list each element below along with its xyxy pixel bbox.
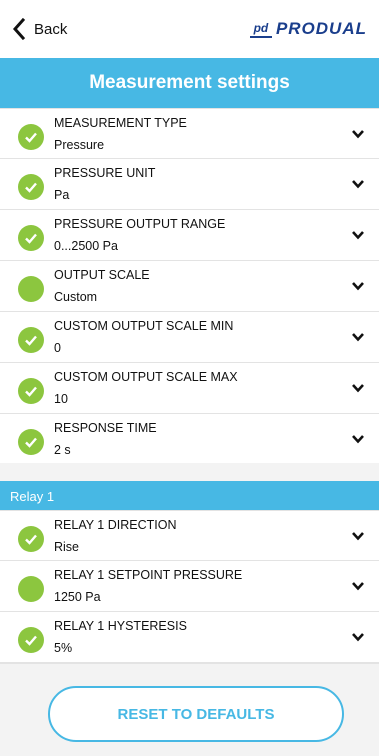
status-check-icon	[18, 124, 44, 150]
brand-logo: pd PRODUAL	[249, 19, 367, 39]
reset-to-defaults-button[interactable]: RESET TO DEFAULTS	[48, 686, 344, 742]
chevron-down-icon[interactable]	[351, 581, 365, 591]
setting-row-relay-hysteresis[interactable]: RELAY 1 HYSTERESIS 5%	[0, 612, 379, 663]
setting-value: 5%	[54, 641, 73, 655]
logo-mark: pd	[249, 20, 272, 38]
status-check-icon	[18, 429, 44, 455]
setting-value: Custom	[54, 290, 98, 304]
chevron-down-icon[interactable]	[351, 281, 365, 291]
chevron-down-icon[interactable]	[351, 434, 365, 444]
setting-value: Rise	[54, 540, 80, 554]
setting-row-measurement-type[interactable]: MEASUREMENT TYPE Pressure	[0, 108, 379, 159]
logo-text: PRODUAL	[275, 19, 367, 38]
chevron-down-icon[interactable]	[351, 179, 365, 189]
setting-row-pressure-output-range[interactable]: PRESSURE OUTPUT RANGE 0...2500 Pa	[0, 210, 379, 261]
chevron-down-icon[interactable]	[351, 332, 365, 342]
setting-value: Pa	[54, 188, 70, 202]
section-spacer	[0, 463, 379, 481]
setting-row-custom-output-scale-max[interactable]: CUSTOM OUTPUT SCALE MAX 10	[0, 363, 379, 414]
status-dot-icon	[18, 276, 44, 302]
measurement-settings-list: MEASUREMENT TYPE Pressure PRESSURE UNIT Pa…	[0, 108, 379, 465]
status-check-icon	[18, 174, 44, 200]
setting-value: 0...2500 Pa	[54, 239, 118, 253]
page-header: Measurement settings	[0, 58, 379, 108]
chevron-down-icon[interactable]	[351, 129, 365, 139]
setting-label: RELAY 1 HYSTERESIS	[54, 619, 187, 633]
back-label: Back	[34, 20, 68, 38]
setting-label: PRESSURE OUTPUT RANGE	[54, 217, 226, 231]
setting-value: 1250 Pa	[54, 590, 101, 604]
status-check-icon	[18, 378, 44, 404]
setting-label: PRESSURE UNIT	[54, 166, 156, 180]
relay-section-header: Relay 1	[0, 481, 379, 511]
reset-button-label: RESET TO DEFAULTS	[117, 705, 275, 723]
page-title: Measurement settings	[89, 72, 290, 93]
setting-label: MEASUREMENT TYPE	[54, 116, 187, 130]
setting-value: 10	[54, 392, 68, 406]
footer: RESET TO DEFAULTS	[0, 663, 379, 756]
setting-label: CUSTOM OUTPUT SCALE MAX	[54, 370, 238, 384]
top-bar: Back pd PRODUAL	[0, 0, 379, 58]
status-check-icon	[18, 327, 44, 353]
setting-label: RELAY 1 DIRECTION	[54, 518, 177, 532]
setting-row-relay-setpoint-pressure[interactable]: RELAY 1 SETPOINT PRESSURE 1250 Pa	[0, 561, 379, 612]
chevron-down-icon[interactable]	[351, 632, 365, 642]
section-title: Relay 1	[10, 488, 55, 504]
setting-label: OUTPUT SCALE	[54, 268, 150, 282]
setting-row-relay-direction[interactable]: RELAY 1 DIRECTION Rise	[0, 510, 379, 561]
setting-label: CUSTOM OUTPUT SCALE MIN	[54, 319, 234, 333]
chevron-down-icon[interactable]	[351, 531, 365, 541]
status-dot-icon	[18, 576, 44, 602]
chevron-left-icon	[12, 18, 26, 40]
setting-row-response-time[interactable]: RESPONSE TIME 2 s	[0, 414, 379, 465]
setting-value: 0	[54, 341, 61, 355]
setting-row-custom-output-scale-min[interactable]: CUSTOM OUTPUT SCALE MIN 0	[0, 312, 379, 363]
status-check-icon	[18, 526, 44, 552]
status-check-icon	[18, 627, 44, 653]
status-check-icon	[18, 225, 44, 251]
setting-row-pressure-unit[interactable]: PRESSURE UNIT Pa	[0, 159, 379, 210]
chevron-down-icon[interactable]	[351, 383, 365, 393]
setting-row-output-scale[interactable]: OUTPUT SCALE Custom	[0, 261, 379, 312]
chevron-down-icon[interactable]	[351, 230, 365, 240]
setting-label: RELAY 1 SETPOINT PRESSURE	[54, 568, 243, 582]
setting-label: RESPONSE TIME	[54, 421, 157, 435]
relay-settings-list: RELAY 1 DIRECTION Rise RELAY 1 SETPOINT P…	[0, 510, 379, 663]
setting-value: 2 s	[54, 443, 71, 457]
setting-value: Pressure	[54, 138, 105, 152]
back-button[interactable]: Back	[12, 18, 67, 40]
